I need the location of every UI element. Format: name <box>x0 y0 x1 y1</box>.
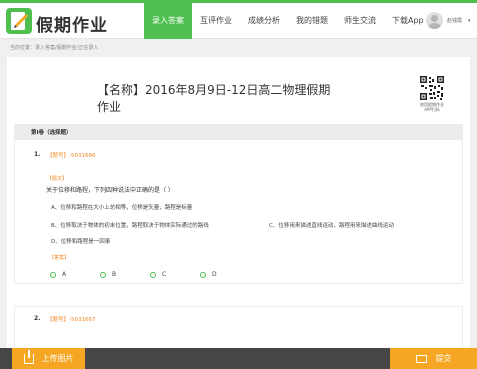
breadcrumb: 当前位置：录入答案/假期作业/正在录入 <box>10 45 99 51</box>
answer-choices: A B C D <box>50 271 250 278</box>
qr-caption-line: APP扫码 <box>424 107 440 112</box>
choice-label: C <box>162 271 167 278</box>
question-number: 1. <box>34 151 41 158</box>
chevron-down-icon[interactable]: ▾ <box>468 18 471 24</box>
choice-d-radio[interactable]: D <box>200 271 250 278</box>
radio-circle-icon <box>100 271 106 278</box>
option-b-text: B、位移取决于物体的初末位置，路程取决于物体实际通过的路线 <box>51 223 209 229</box>
answer-tag: 【答案】 <box>49 255 70 261</box>
choice-label: B <box>112 271 117 278</box>
radio-circle-icon <box>200 271 206 278</box>
choice-label: D <box>212 271 217 278</box>
choice-label: A <box>62 271 67 278</box>
choice-a-radio[interactable]: A <box>50 271 100 278</box>
nav-item-score-analysis[interactable]: 成绩分析 <box>240 3 288 39</box>
nav-item-my-mistakes[interactable]: 我的错题 <box>288 3 336 39</box>
qr-code-icon <box>420 76 444 100</box>
section-label: 第I卷（选择题） <box>31 130 72 136</box>
logo-icon <box>6 8 32 34</box>
upload-label: 上传图片 <box>41 354 74 363</box>
submit-button[interactable]: 提交 <box>390 348 477 369</box>
question-id: 【题号】-5031667 <box>47 317 96 323</box>
radio-circle-icon <box>150 271 156 278</box>
question-stem: 关于位移和路程，下列四种说法中正确的是（ ） <box>46 187 174 194</box>
header: 假期作业 录入答案 互评作业 成绩分析 我的错题 师生交流 下载App 赵钱霞 … <box>0 3 477 39</box>
nav-item-peer-review[interactable]: 互评作业 <box>192 3 240 39</box>
choice-c-radio[interactable]: C <box>150 271 200 278</box>
upload-icon <box>23 349 34 364</box>
option-a-text: A、位移和路程在大小上总相等，位移是矢量，路程是标量 <box>51 205 193 211</box>
submit-icon <box>415 354 427 363</box>
main-nav: 录入答案 互评作业 成绩分析 我的错题 师生交流 下载App <box>144 3 432 39</box>
choice-b-radio[interactable]: B <box>100 271 150 278</box>
username[interactable]: 赵钱霞 <box>447 17 462 24</box>
submit-label: 提交 <box>435 354 452 363</box>
question-number: 2. <box>34 315 41 322</box>
avatar[interactable] <box>426 12 443 29</box>
option-d-text: D、位移和路程是一回事 <box>51 239 111 245</box>
nav-item-enter-answers[interactable]: 录入答案 <box>144 3 192 39</box>
homework-panel: 【名称】2016年8月9日-12日高二物理假期作业 使用假期作业 APP扫码 第… <box>7 57 470 369</box>
radio-circle-icon <box>50 271 56 278</box>
section-header <box>14 124 463 139</box>
qr-caption: 使用假期作业 APP扫码 <box>411 102 453 112</box>
question-id: 【题号】-5031666 <box>47 153 96 159</box>
brand-name: 假期作业 <box>36 16 108 36</box>
upload-image-button[interactable]: 上传图片 <box>12 348 85 369</box>
page-title: 【名称】2016年8月9日-12日高二物理假期作业 <box>97 83 331 114</box>
nav-item-teacher-chat[interactable]: 师生交流 <box>336 3 384 39</box>
option-c-text: C、位移用来描述直线运动，路程用来描述曲线运动 <box>269 223 394 229</box>
question-card <box>14 139 463 284</box>
nav-item-download-app[interactable]: 下载App <box>384 3 432 39</box>
stem-tag: 【题文】 <box>47 176 68 182</box>
